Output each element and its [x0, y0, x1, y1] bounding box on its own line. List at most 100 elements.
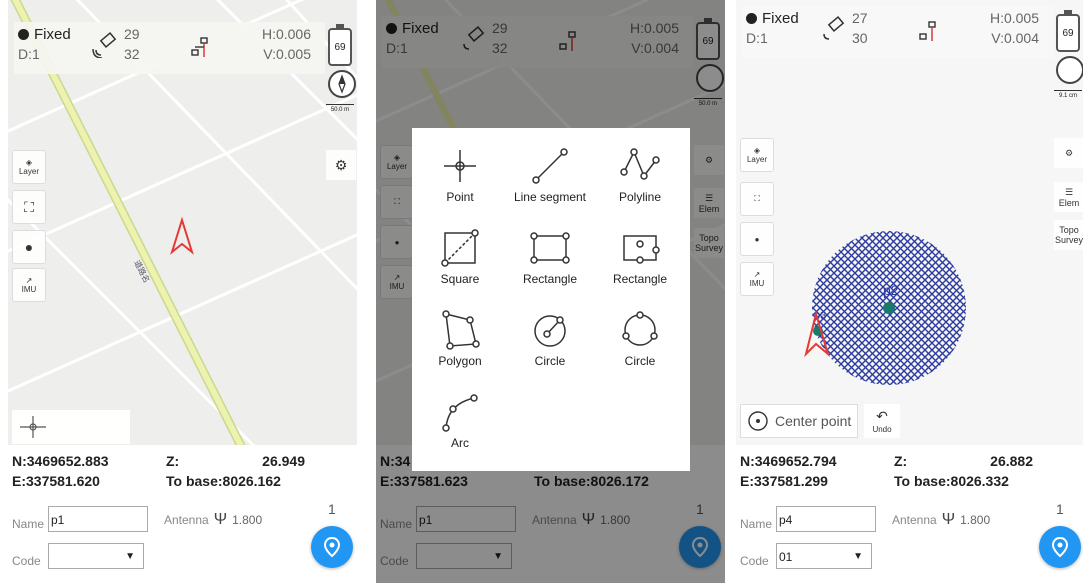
name-input[interactable]: p4 [776, 506, 876, 532]
name-input[interactable]: p1 [48, 506, 148, 532]
shape-circle-center[interactable]: Circle [510, 302, 590, 376]
satellite-icon [92, 32, 117, 58]
shape-rectangle-center[interactable]: Rectangle [600, 220, 680, 294]
antenna-icon: Ψ [213, 511, 228, 528]
imu-icon: ↗ [25, 276, 33, 285]
h-precision: H:0.006 [261, 26, 311, 42]
position-arrow-icon [170, 216, 194, 255]
survey-label: Survey [1054, 235, 1083, 245]
screen-shape-dialog: Fixed D:1 29 32 H:0.005 V:0.004 69 50.0 … [376, 0, 725, 583]
to-base: To base:8026.162 [166, 473, 281, 489]
battery-icon: 69 [1056, 10, 1080, 52]
shape-label: Rectangle [522, 272, 578, 286]
stakeout-tool-button[interactable] [12, 410, 130, 444]
line-segment-icon [532, 148, 568, 184]
screen-circle-drawing: p2 p3 Fixed D:1 27 30 H:0.005 V:0.004 69… [736, 0, 1083, 583]
shape-polyline[interactable]: Polyline [600, 138, 680, 212]
battery-level: 69 [334, 41, 346, 53]
layer-button[interactable]: ◈ Layer [740, 138, 774, 172]
shape-label: Circle [624, 354, 656, 368]
northing: N:3469652.794 [740, 453, 837, 469]
antenna-value[interactable]: 1.800 [232, 513, 262, 527]
record-point-button[interactable] [311, 526, 353, 568]
code-select[interactable]: ▼ [48, 543, 144, 569]
circle-center-icon [534, 315, 566, 347]
fix-dot-icon [18, 29, 29, 40]
undo-button[interactable]: ↶ Undo [864, 404, 900, 438]
z-value: 26.949 [262, 453, 305, 469]
sat-used: 29 [124, 26, 140, 42]
shape-polygon[interactable]: Polygon [420, 302, 500, 376]
shape-arc[interactable]: Arc [420, 384, 500, 458]
dropdown-icon: ▼ [125, 551, 135, 562]
shape-label: Square [440, 272, 480, 286]
elem-button[interactable]: ☰ Elem [1054, 182, 1083, 212]
shape-label: Point [446, 190, 474, 204]
compass-icon[interactable] [1056, 56, 1083, 84]
screen-map: 道路名 Fixed D:1 29 32 H:0.006 V:0.005 69 5… [8, 0, 357, 583]
settings-button[interactable]: ⚙ [326, 150, 356, 180]
map-view[interactable]: 道路名 Fixed D:1 29 32 H:0.006 V:0.005 69 5… [8, 0, 357, 445]
arc-icon [442, 394, 478, 432]
antenna-label: Antenna [164, 513, 209, 527]
antenna-value[interactable]: 1.800 [960, 513, 990, 527]
map-view[interactable]: p2 p3 Fixed D:1 27 30 H:0.005 V:0.004 69… [736, 0, 1083, 445]
fix-dot-icon [746, 13, 757, 24]
z-label: Z: [894, 453, 908, 469]
antenna-icon: Ψ [941, 511, 956, 528]
code-select[interactable]: 01 ▼ [776, 543, 872, 569]
fullscreen-button[interactable]: ⛶ [740, 182, 774, 216]
imu-button[interactable]: ↗ IMU [740, 262, 774, 296]
location-pin-icon [323, 536, 341, 558]
record-point-button[interactable] [1039, 526, 1081, 568]
network-icon [919, 21, 936, 41]
shape-label: Rectangle [612, 272, 668, 286]
undo-label: Undo [872, 425, 892, 434]
fullscreen-button[interactable]: ⛶ [12, 190, 46, 224]
shape-label: Line segment [513, 190, 587, 204]
point-icon [444, 150, 476, 182]
coordinate-panel: N:3469652.794 E:337581.299 Z: 26.882 To … [736, 445, 1083, 493]
point-label-p2: p2 [883, 282, 899, 298]
shape-label: Circle [534, 354, 566, 368]
v-precision: V:0.005 [263, 46, 311, 62]
battery-level: 69 [1062, 27, 1074, 39]
drawing-canvas: p2 p3 [804, 231, 966, 385]
shape-rectangle[interactable]: Rectangle [510, 220, 590, 294]
circle-center-icon [748, 411, 768, 431]
undo-icon: ↶ [876, 408, 888, 424]
shape-point[interactable]: Point [420, 138, 500, 212]
layer-icon: ◈ [753, 146, 761, 155]
imu-button[interactable]: ↗ IMU [12, 268, 46, 302]
shape-label: Polygon [438, 354, 482, 368]
shape-square[interactable]: Square [420, 220, 500, 294]
code-label: Code [740, 554, 769, 568]
shape-line-segment[interactable]: Line segment [510, 138, 590, 212]
center-point-button[interactable]: Center point [740, 404, 858, 438]
fix-label: Fixed [34, 26, 71, 43]
settings-button[interactable]: ⚙ [1054, 138, 1083, 168]
fix-status: Fixed [18, 26, 71, 43]
scale-bar: 9.1 cm [1054, 90, 1082, 99]
topo-survey-button[interactable]: Topo Survey [1054, 220, 1083, 250]
locate-button[interactable]: ● [740, 222, 774, 256]
northing: N:3469652.883 [12, 453, 109, 469]
fix-status: Fixed [746, 10, 799, 27]
shape-label: Arc [451, 436, 469, 450]
polyline-icon [620, 148, 660, 180]
name-label: Name [12, 517, 45, 531]
elem-label: Elem [1058, 197, 1080, 208]
locate-button[interactable]: ● [12, 230, 46, 264]
compass-icon[interactable] [328, 70, 356, 98]
v-precision: V:0.004 [991, 30, 1039, 46]
easting: E:337581.620 [12, 473, 100, 489]
gear-icon: ⚙ [334, 156, 348, 173]
layer-button[interactable]: ◈ Layer [12, 150, 46, 184]
point-count: 1 [328, 501, 336, 517]
point-count: 1 [1056, 501, 1064, 517]
topo-label: Topo [1059, 225, 1079, 235]
locate-icon: ● [754, 234, 760, 244]
layer-label: Layer [18, 167, 39, 176]
code-label: Code [12, 554, 41, 568]
shape-circle-three-point[interactable]: Circle [600, 302, 680, 376]
